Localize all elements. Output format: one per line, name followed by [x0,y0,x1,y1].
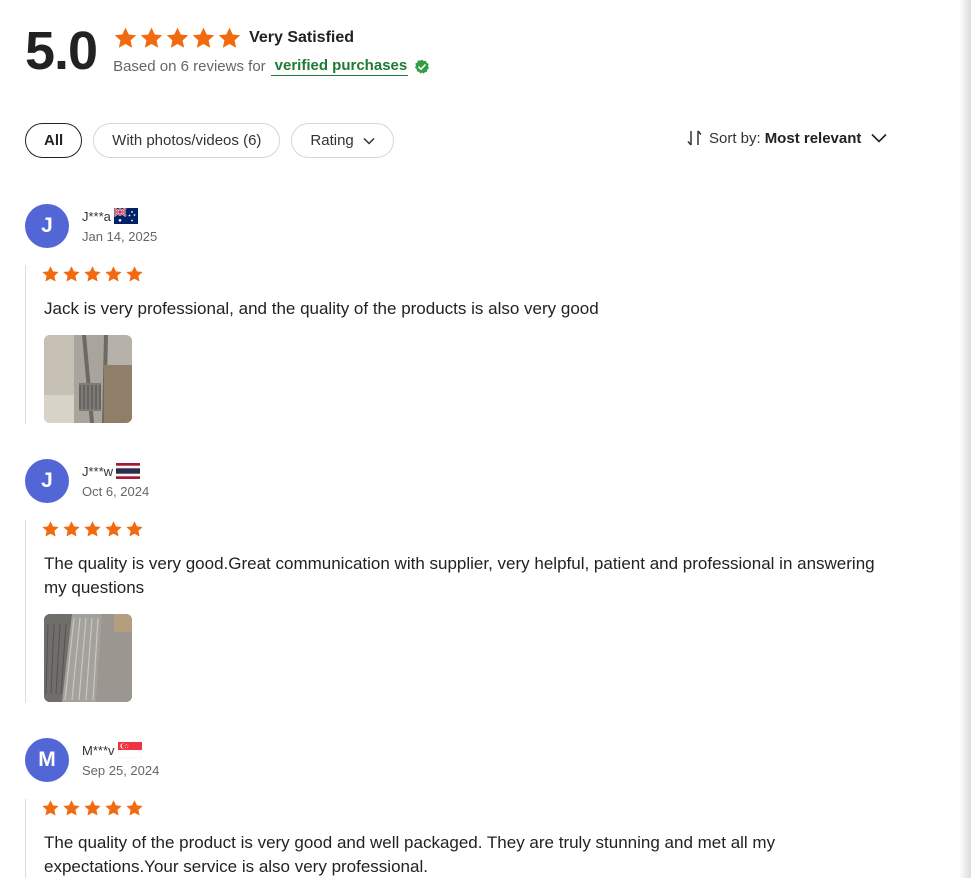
reviewer-name: J***a [82,208,111,224]
star-icon [83,520,102,539]
review-stars [41,520,894,539]
star-icon [217,26,242,51]
star-icon [41,520,60,539]
reviewer-name: J***w [82,463,114,479]
star-icon [165,26,190,51]
sort-label: Sort by: [709,129,761,147]
rating-filter-label: Rating [310,132,354,149]
filter-all-chip[interactable]: All [25,123,83,158]
chevron-down-icon [363,137,375,145]
summary-stars [113,26,242,51]
review-text: The quality of the product is very good … [44,833,776,876]
star-icon [125,265,144,284]
review-item: M M***v Sep 25, 2024 The quality of the … [25,738,925,878]
singapore-flag-icon [117,742,142,758]
verified-purchases-link[interactable]: verified purchases [270,57,409,76]
avatar: J [25,459,69,503]
star-icon [104,799,123,818]
australia-flag-icon [113,208,138,224]
avatar: M [25,738,69,782]
average-score: 5.0 [25,21,98,81]
star-icon [62,799,81,818]
review-date: Jan 14, 2025 [82,229,158,244]
based-on-text: Based on 6 reviews for [113,58,266,75]
star-icon [104,265,123,284]
star-icon [83,265,102,284]
star-icon [62,520,81,539]
star-icon [125,520,144,539]
star-icon [125,799,144,818]
review-date: Sep 25, 2024 [82,763,160,778]
review-stars [41,265,894,284]
star-icon [113,26,138,51]
review-photo[interactable] [44,614,132,702]
star-icon [62,265,81,284]
review-item: J J***a Jan 14, 2025 Jack is very profes… [25,204,925,424]
thailand-flag-icon [116,463,141,479]
chevron-down-icon [871,133,887,143]
star-icon [139,26,164,51]
star-icon [41,799,60,818]
star-icon [191,26,216,51]
review-date: Oct 6, 2024 [82,484,150,499]
sort-arrows-icon [687,130,702,146]
scrollbar-edge [959,0,971,878]
review-photo[interactable] [44,335,132,423]
rating-summary: 5.0 Very Satisfied Based on 6 reviews fo… [25,22,430,80]
review-filters: All With photos/videos (6) Rating [25,123,394,158]
star-icon [104,520,123,539]
review-text: Jack is very professional, and the quali… [44,299,599,318]
verified-check-icon [415,59,430,74]
reviewer-name: M***v [82,742,115,758]
avatar: J [25,204,69,248]
review-text: The quality is very good.Great communica… [44,554,875,597]
sort-dropdown[interactable]: Sort by: Most relevant [686,129,887,147]
satisfaction-label: Very Satisfied [249,29,355,46]
filter-rating-dropdown[interactable]: Rating [291,123,394,158]
review-item: J J***w Oct 6, 2024 The quality is very … [25,459,925,703]
star-icon [41,265,60,284]
filter-photos-chip[interactable]: With photos/videos (6) [93,123,281,158]
sort-value: Most relevant [764,129,862,147]
review-stars [41,799,894,818]
star-icon [83,799,102,818]
